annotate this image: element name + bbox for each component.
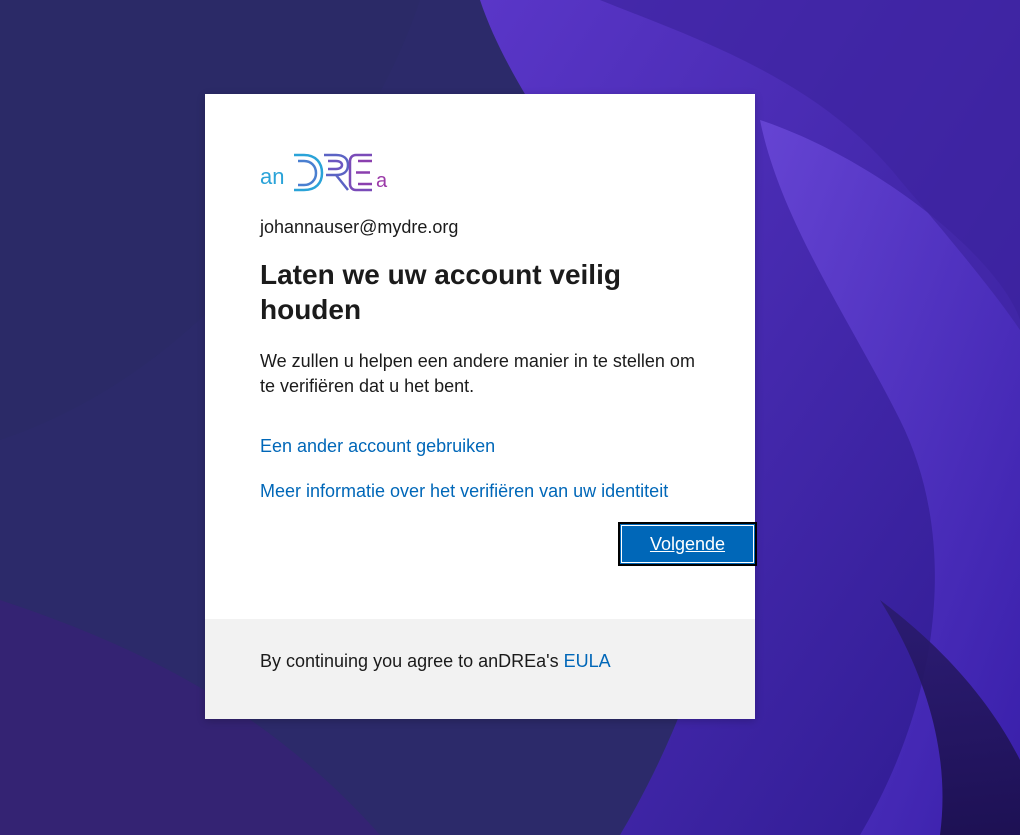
next-button[interactable]: Volgende: [618, 522, 757, 566]
page-title: Laten we uw account veilig houden: [260, 259, 621, 325]
andrea-logo: an a: [260, 153, 388, 192]
use-other-account-link[interactable]: Een ander account gebruiken: [260, 434, 705, 458]
account-identity: johannauser@mydre.org: [260, 217, 459, 237]
more-info-link[interactable]: Meer informatie over het verifiëren van …: [260, 479, 705, 503]
svg-text:a: a: [376, 170, 388, 192]
sign-in-card: an a johannauser@mydre.org Laten we uw a…: [205, 94, 757, 719]
footer: By continuing you agree to anDREa's EULA: [205, 619, 755, 719]
button-row: Volgende: [260, 522, 757, 566]
card-body: an a johannauser@mydre.org Laten we uw a…: [260, 149, 705, 503]
eula-agreement-text: By continuing you agree to anDREa's: [260, 651, 564, 671]
description-text: We zullen u helpen een andere manier in …: [260, 351, 695, 396]
svg-text:an: an: [260, 164, 284, 189]
eula-link[interactable]: EULA: [564, 651, 611, 671]
footer-text: By continuing you agree to anDREa's EULA: [260, 649, 611, 673]
